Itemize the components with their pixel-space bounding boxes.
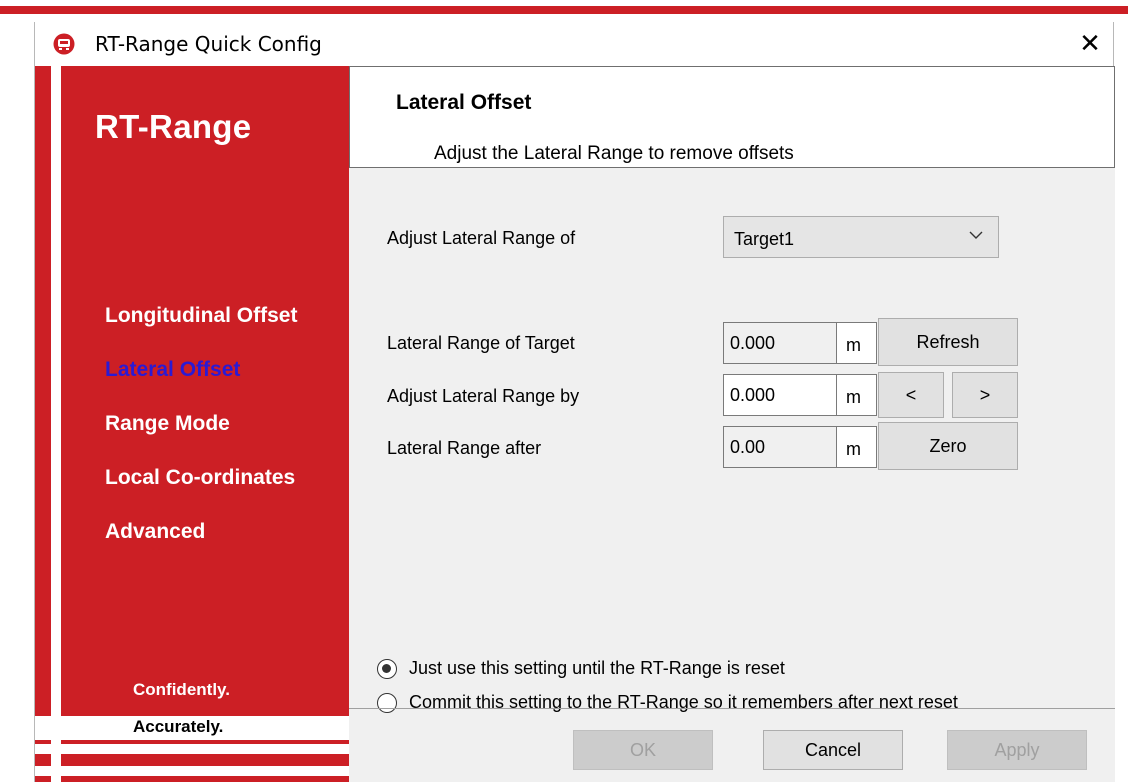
cancel-button[interactable]: Cancel <box>763 730 903 770</box>
chevron-down-icon <box>969 231 983 239</box>
sidebar-item-range-mode[interactable]: Range Mode <box>105 412 297 466</box>
apply-button[interactable]: Apply <box>947 730 1087 770</box>
refresh-button[interactable]: Refresh <box>878 318 1018 366</box>
sidebar-stripe <box>35 744 349 754</box>
radio-label-session: Just use this setting until the RT-Range… <box>409 658 785 678</box>
lateral-range-label: Lateral Range of Target <box>387 333 575 353</box>
app-icon <box>53 33 75 55</box>
sidebar: RT-Range Longitudinal Offset Lateral Off… <box>35 66 349 782</box>
adjust-range-unit: m <box>837 374 877 416</box>
decrease-button[interactable]: < <box>878 372 944 418</box>
sidebar-nav: Longitudinal Offset Lateral Offset Range… <box>105 304 297 574</box>
adjust-range-input[interactable]: 0.000 <box>723 374 837 416</box>
sidebar-item-longitudinal-offset[interactable]: Longitudinal Offset <box>105 304 297 358</box>
sidebar-item-advanced[interactable]: Advanced <box>105 520 297 574</box>
tagline-confidently: Confidently. <box>133 680 230 699</box>
sidebar-item-local-coordinates[interactable]: Local Co-ordinates <box>105 466 297 520</box>
page-subtitle: Adjust the Lateral Range to remove offse… <box>434 143 794 164</box>
range-after-field: 0.00 <box>723 426 837 468</box>
zero-button[interactable]: Zero <box>878 422 1018 470</box>
close-icon: ✕ <box>1079 29 1101 59</box>
dialog-window: RT-Range Quick Config ✕ RT-Range Longitu… <box>34 22 1115 782</box>
top-accent-line <box>0 6 1128 14</box>
radio-label-commit: Commit this setting to the RT-Range so i… <box>409 692 958 712</box>
footer-divider <box>349 708 1115 709</box>
lateral-range-unit: m <box>837 322 877 364</box>
target-select[interactable]: Target1 <box>723 216 999 258</box>
radio-button[interactable] <box>377 692 397 713</box>
range-after-label: Lateral Range after <box>387 438 542 458</box>
close-button[interactable]: ✕ <box>1073 28 1107 60</box>
radio-option-session[interactable]: Just use this setting until the RT-Range… <box>377 658 785 679</box>
window-title: RT-Range Quick Config <box>95 32 322 56</box>
page-title: Lateral Offset <box>396 91 532 114</box>
brand-logo: RT-Range <box>95 108 252 145</box>
target-select-value: Target1 <box>734 229 795 249</box>
target-select-label: Adjust Lateral Range of <box>387 228 576 248</box>
radio-option-commit[interactable]: Commit this setting to the RT-Range so i… <box>377 692 958 713</box>
increase-button[interactable]: > <box>952 372 1018 418</box>
sidebar-decor-line <box>51 66 61 782</box>
adjust-range-label: Adjust Lateral Range by <box>387 386 580 406</box>
title-bar: RT-Range Quick Config ✕ <box>35 22 1113 66</box>
radio-button-checked[interactable] <box>377 658 397 679</box>
sidebar-stripe <box>35 766 349 776</box>
sidebar-item-lateral-offset[interactable]: Lateral Offset <box>105 358 297 412</box>
page-header: Lateral Offset Adjust the Lateral Range … <box>349 66 1115 168</box>
range-after-unit: m <box>837 426 877 468</box>
content-panel: Adjust Lateral Range of Target1 Lateral … <box>349 168 1115 782</box>
tagline-accurately: Accurately. <box>133 717 224 736</box>
ok-button[interactable]: OK <box>573 730 713 770</box>
lateral-range-field: 0.000 <box>723 322 837 364</box>
